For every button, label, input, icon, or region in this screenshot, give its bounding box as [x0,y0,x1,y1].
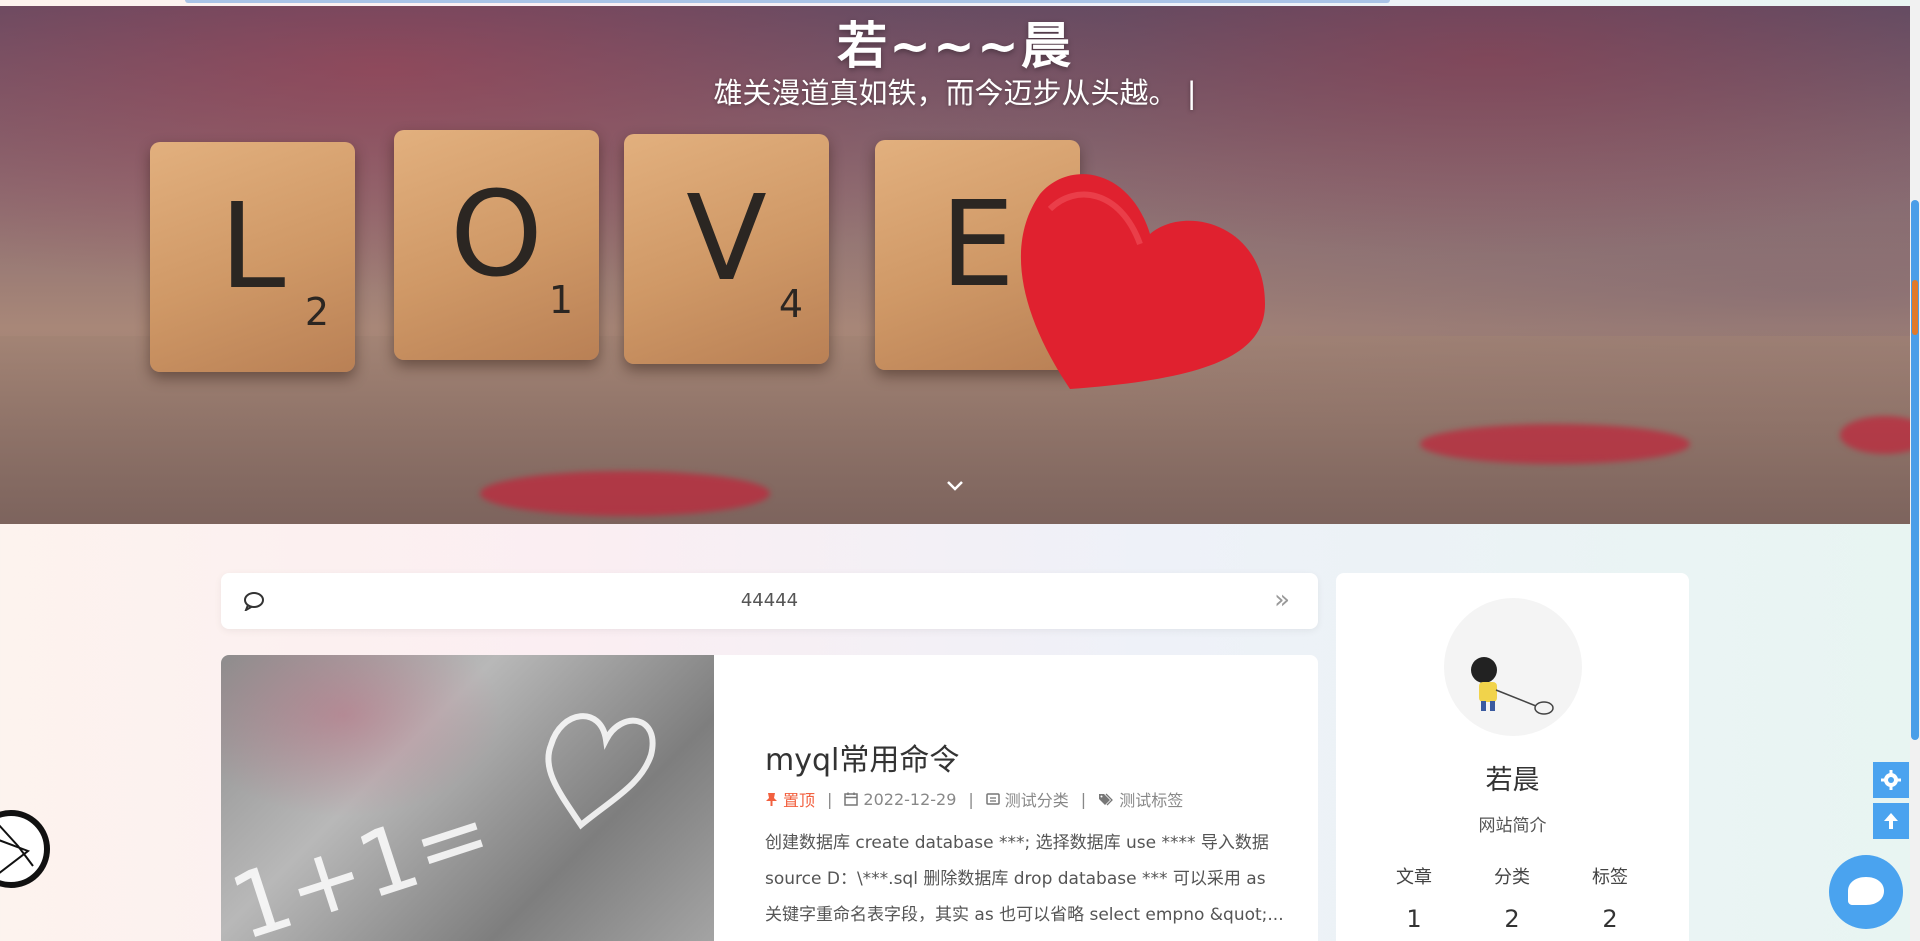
profile-description: 网站简介 [1478,816,1547,836]
sand-drawing-image: 1+1= [221,713,656,941]
notice-text: 44444 [740,590,799,611]
post-tag[interactable]: 测试标签 [1098,787,1183,811]
tile-letter: L [219,176,286,315]
folder-icon [986,793,1000,805]
letter-tile: L 2 [150,142,355,372]
letter-tile: V 4 [624,134,829,364]
tile-letter: E [940,174,1015,313]
blurred-heart [1420,424,1690,464]
notice-more-arrow[interactable]: » [1274,585,1290,615]
post-card[interactable]: 1+1= myql常用命令 置顶 | 2022-12-29 | 测试分类 | 测… [221,655,1318,941]
pinned-label: 置顶 [783,791,816,810]
pinned-badge: 置顶 [765,787,815,811]
back-to-top-button[interactable] [1873,803,1909,839]
tile-number: 1 [548,278,573,322]
stat-value: 2 [1602,905,1618,933]
notice-bar[interactable]: 44444 » [221,573,1318,629]
blurred-heart [480,471,770,516]
gear-icon [1881,770,1901,790]
post-date-text: 2022-12-29 [863,789,957,809]
stat-label: 分类 [1494,867,1530,888]
arrow-up-icon [1884,813,1898,829]
stat-value: 1 [1406,905,1422,933]
post-meta: 置顶 | 2022-12-29 | 测试分类 | 测试标签 [765,787,1183,811]
post-category-text[interactable]: 测试分类 [1005,787,1069,811]
avatar-illustration [1471,657,1554,715]
letter-tile: O 1 [394,130,599,360]
tile-letter: V [686,168,767,307]
meta-separator: | [827,789,833,809]
site-subtitle: 雄关漫道真如铁，而今迈步从头越。 | [713,76,1197,110]
profile-name: 若晨 [1485,765,1540,796]
post-category[interactable]: 测试分类 [986,787,1069,811]
stat-categories[interactable]: 分类 2 [1472,863,1552,933]
chat-button[interactable] [1829,855,1903,929]
svg-text:1+1=: 1+1= [221,779,504,941]
stat-label: 标签 [1592,867,1628,888]
post-title[interactable]: myql常用命令 [765,735,959,779]
avatar[interactable] [1444,598,1582,736]
settings-button[interactable] [1873,762,1909,798]
disc-icon [0,824,34,874]
post-thumbnail[interactable]: 1+1= [221,655,714,941]
hero-banner: L 2 O 1 V 4 E 若~~~晨 雄关漫道真如铁，而今迈步从头越。 | [0,6,1910,524]
red-heart-image [1020,174,1265,389]
profile-card: 若晨 网站简介 文章 1 分类 2 标签 2 [1336,573,1689,941]
stat-value: 2 [1504,905,1520,933]
stat-tags[interactable]: 标签 2 [1570,863,1650,933]
meta-separator: | [1080,789,1087,809]
pin-icon [766,792,777,806]
scrollbar-marker [1912,280,1918,335]
post-tag-text[interactable]: 测试标签 [1119,787,1183,811]
chevron-down-icon[interactable] [945,476,965,496]
post-excerpt: 创建数据库 create database ***; 选择数据库 use ***… [765,833,1284,925]
chat-icon [1848,877,1884,905]
music-player-disc[interactable] [0,810,50,888]
calendar-icon [844,792,859,806]
tile-number: 4 [778,282,803,326]
stat-articles[interactable]: 文章 1 [1374,863,1454,933]
site-title: 若~~~晨 [837,17,1073,75]
meta-separator: | [968,789,974,809]
tile-number: 2 [304,290,329,334]
tags-icon [1099,793,1114,806]
tile-letter: O [450,164,543,303]
stat-label: 文章 [1396,867,1432,888]
top-nav-strip [185,0,1390,3]
post-date: 2022-12-29 [844,790,956,809]
